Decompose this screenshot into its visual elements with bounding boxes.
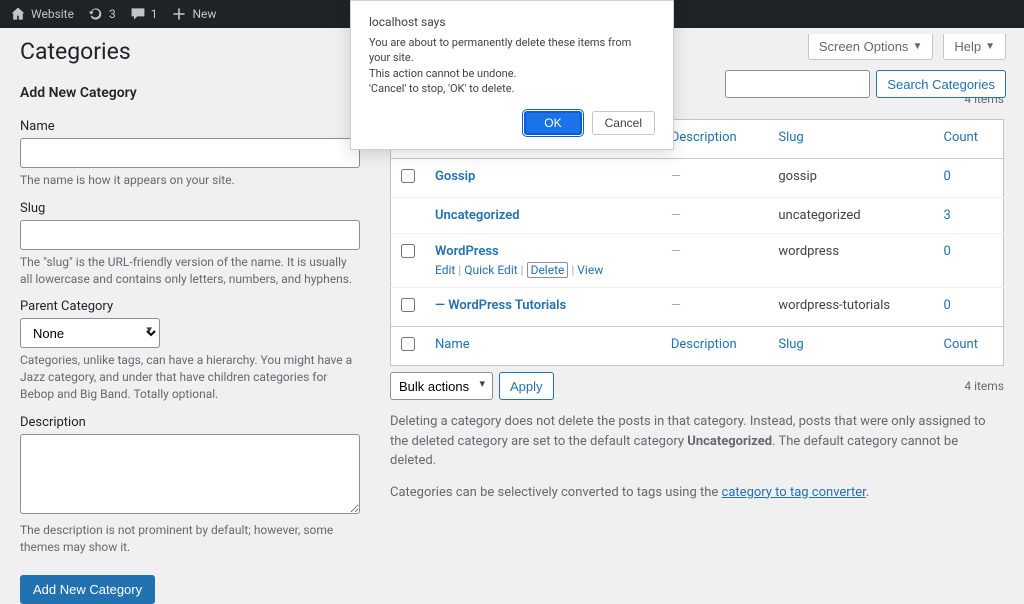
adminbar-updates-count: 3: [109, 7, 116, 21]
col-name-footer[interactable]: Name: [435, 337, 470, 352]
table-row: Gossip — gossip 0: [391, 159, 1004, 198]
info-text: Categories can be selectively converted …: [390, 483, 1004, 503]
dialog-line: This action cannot be undone.: [369, 66, 655, 81]
col-desc-header[interactable]: Description: [671, 130, 737, 145]
desc-value: —: [671, 244, 681, 259]
slug-label: Slug: [20, 201, 360, 216]
category-link[interactable]: Gossip: [435, 169, 475, 184]
search-input[interactable]: [725, 70, 870, 98]
adminbar-site[interactable]: Website: [10, 6, 74, 22]
name-input[interactable]: [20, 138, 360, 168]
slug-help: The "slug" is the URL-friendly version o…: [20, 254, 360, 288]
categories-table: Name Description Slug Count Gossip — gos…: [390, 119, 1004, 366]
chevron-down-icon: ▼: [985, 41, 995, 52]
items-count: 4 items: [964, 379, 1004, 393]
category-link[interactable]: — WordPress Tutorials: [435, 298, 566, 313]
adminbar-site-name: Website: [31, 7, 74, 21]
select-all-bottom[interactable]: [401, 337, 415, 351]
refresh-icon: [88, 6, 104, 22]
desc-value: —: [671, 208, 681, 223]
col-slug-footer[interactable]: Slug: [778, 337, 803, 352]
name-label: Name: [20, 119, 360, 134]
dialog-title: localhost says: [369, 15, 655, 29]
col-count-footer[interactable]: Count: [944, 337, 978, 352]
converter-link[interactable]: category to tag converter: [722, 485, 866, 500]
dialog-ok-button[interactable]: OK: [524, 111, 581, 135]
desc-value: —: [671, 298, 681, 313]
dialog-cancel-button[interactable]: Cancel: [592, 111, 655, 135]
count-link[interactable]: 0: [944, 298, 951, 313]
table-row: — WordPress Tutorials — wordpress-tutori…: [391, 288, 1004, 327]
dialog-line: 'Cancel' to stop, 'OK' to delete.: [369, 81, 655, 96]
name-help: The name is how it appears on your site.: [20, 172, 360, 189]
form-heading: Add New Category: [20, 85, 360, 101]
help-button[interactable]: Help ▼: [943, 34, 1006, 60]
search-button[interactable]: Search Categories: [876, 70, 1006, 98]
col-count-header[interactable]: Count: [944, 130, 978, 145]
table-row: WordPress Edit | Quick Edit | Delete | V…: [391, 234, 1004, 288]
count-link[interactable]: 0: [944, 244, 951, 259]
home-icon: [10, 6, 26, 22]
apply-button-bottom[interactable]: Apply: [499, 372, 554, 400]
delete-link[interactable]: Delete: [527, 262, 569, 278]
dialog-line: You are about to permanently delete thes…: [369, 35, 655, 66]
parent-help: Categories, unlike tags, can have a hier…: [20, 352, 360, 402]
table-row: Uncategorized — uncategorized 3: [391, 198, 1004, 234]
category-link[interactable]: Uncategorized: [435, 208, 520, 223]
row-checkbox[interactable]: [401, 169, 415, 183]
category-link[interactable]: WordPress: [435, 244, 499, 259]
slug-value: wordpress: [778, 244, 839, 259]
edit-link[interactable]: Edit: [435, 263, 455, 277]
slug-value: gossip: [778, 169, 817, 184]
desc-value: —: [671, 169, 681, 184]
slug-input[interactable]: [20, 220, 360, 250]
row-checkbox[interactable]: [401, 298, 415, 312]
adminbar-comments[interactable]: 1: [130, 6, 158, 22]
info-text: Deleting a category does not delete the …: [390, 412, 1004, 471]
confirm-dialog: localhost says You are about to permanen…: [350, 0, 674, 150]
desc-help: The description is not prominent by defa…: [20, 522, 360, 556]
adminbar-new[interactable]: New: [171, 6, 216, 22]
col-slug-header[interactable]: Slug: [778, 130, 803, 145]
slug-value: wordpress-tutorials: [778, 298, 890, 313]
quick-edit-link[interactable]: Quick Edit: [464, 263, 517, 277]
parent-select[interactable]: None: [20, 318, 160, 348]
col-desc-footer[interactable]: Description: [671, 337, 737, 352]
adminbar-updates[interactable]: 3: [88, 6, 116, 22]
view-link[interactable]: View: [577, 263, 603, 277]
plus-icon: [171, 6, 187, 22]
row-checkbox[interactable]: [401, 244, 415, 258]
add-category-button[interactable]: Add New Category: [20, 575, 155, 604]
count-link[interactable]: 0: [944, 169, 951, 184]
comment-icon: [130, 6, 146, 22]
adminbar-new-label: New: [192, 7, 216, 21]
adminbar-comments-count: 1: [151, 7, 158, 21]
desc-input[interactable]: [20, 434, 360, 514]
count-link[interactable]: 3: [944, 208, 951, 223]
screen-options-button[interactable]: Screen Options ▼: [808, 34, 934, 60]
parent-label: Parent Category: [20, 299, 360, 314]
chevron-down-icon: ▼: [912, 41, 922, 52]
desc-label: Description: [20, 415, 360, 430]
bulk-actions-select-bottom[interactable]: Bulk actions: [390, 372, 493, 400]
slug-value: uncategorized: [778, 208, 860, 223]
